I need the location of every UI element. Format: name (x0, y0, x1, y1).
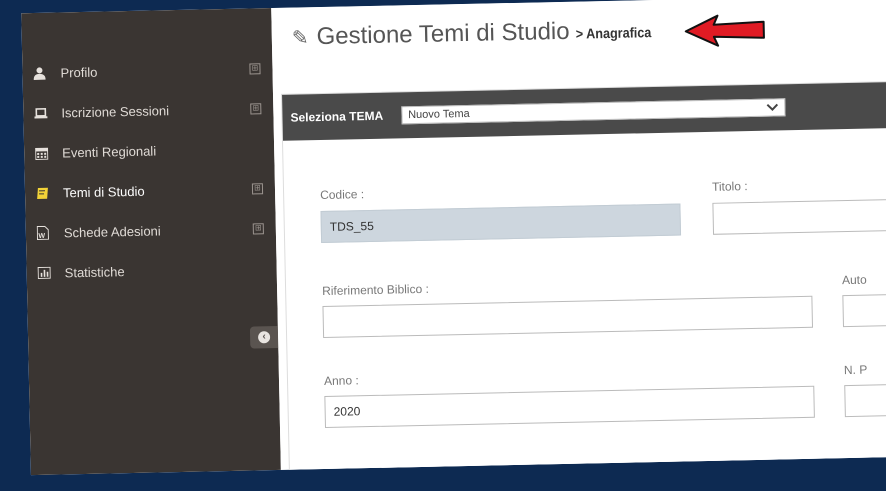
riferimento-biblico-label: Riferimento Biblico : (321, 281, 429, 299)
codice-label: Codice : (319, 187, 365, 203)
anno-field[interactable]: 2020 (324, 385, 815, 428)
n-pagine-field[interactable] (844, 382, 886, 418)
sidebar-item-label: Statistiche (64, 263, 125, 280)
titolo-label: Titolo : (711, 179, 748, 194)
n-pagine-label: N. P (843, 362, 868, 378)
calendar-icon (34, 146, 48, 160)
sidebar-item-temi-di-studio[interactable]: Temi di Studio ⊞ (35, 174, 268, 207)
laptop-icon (33, 106, 47, 120)
autore-label: Auto (841, 272, 867, 288)
arrow-left-icon: ‹ (257, 331, 271, 344)
sidebar-item-label: Profilo (60, 64, 98, 80)
screenshot-card: Profilo ⊞ Iscrizione Sessioni ⊞ Eventi R… (21, 0, 886, 476)
user-icon (32, 66, 46, 80)
sidebar-item-profilo[interactable]: Profilo ⊞ (32, 54, 265, 87)
panel-header: Seleziona TEMA Nuovo Tema (282, 81, 886, 141)
sidebar-item-label: Iscrizione Sessioni (61, 102, 170, 120)
sidebar-item-eventi-regionali[interactable]: Eventi Regionali (34, 134, 267, 167)
codice-value: TDS_55 (329, 218, 374, 234)
select-tema-label: Seleziona TEMA (290, 108, 384, 125)
expand-icon[interactable]: ⊞ (249, 62, 261, 74)
word-document-icon: W (36, 225, 50, 240)
title-row: ✎ Gestione Temi di Studio > Anagrafica (292, 16, 660, 52)
sidebar-item-label: Schede Adesioni (63, 222, 161, 240)
sidebar-item-label: Eventi Regionali (62, 142, 157, 160)
autore-field[interactable] (842, 292, 886, 328)
sidebar-item-label: Temi di Studio (62, 183, 145, 200)
tema-select[interactable]: Nuovo Tema (400, 98, 786, 125)
tema-panel: Seleziona TEMA Nuovo Tema Codice : TDS_5… (281, 80, 886, 476)
breadcrumb: > Anagrafica (575, 24, 652, 42)
expand-icon[interactable]: ⊞ (252, 222, 264, 234)
svg-text:W: W (38, 233, 45, 240)
main-content: ✎ Gestione Temi di Studio > Anagrafica S… (271, 0, 886, 476)
sidebar-item-iscrizione-sessioni[interactable]: Iscrizione Sessioni ⊞ (33, 94, 266, 127)
red-arrow-icon (684, 14, 765, 47)
anno-value: 2020 (333, 404, 361, 419)
chevron-down-icon (766, 103, 778, 111)
edit-icon: ✎ (291, 27, 309, 50)
titolo-field[interactable] (712, 197, 886, 235)
tema-select-value: Nuovo Tema (408, 107, 470, 122)
codice-field: TDS_55 (320, 203, 682, 244)
sidebar-item-schede-adesioni[interactable]: W Schede Adesioni ⊞ (36, 214, 269, 247)
riferimento-biblico-field[interactable] (322, 295, 814, 339)
anno-label: Anno : (323, 373, 359, 389)
expand-icon[interactable]: ⊞ (251, 182, 264, 194)
collapse-sidebar-button[interactable]: ‹ (249, 325, 279, 349)
page-title: Gestione Temi di Studio (316, 17, 570, 51)
expand-icon[interactable]: ⊞ (250, 102, 262, 114)
sidebar: Profilo ⊞ Iscrizione Sessioni ⊞ Eventi R… (21, 8, 281, 476)
bar-chart-icon (37, 266, 51, 280)
book-icon (35, 186, 49, 200)
sidebar-item-statistiche[interactable]: Statistiche (36, 254, 269, 287)
